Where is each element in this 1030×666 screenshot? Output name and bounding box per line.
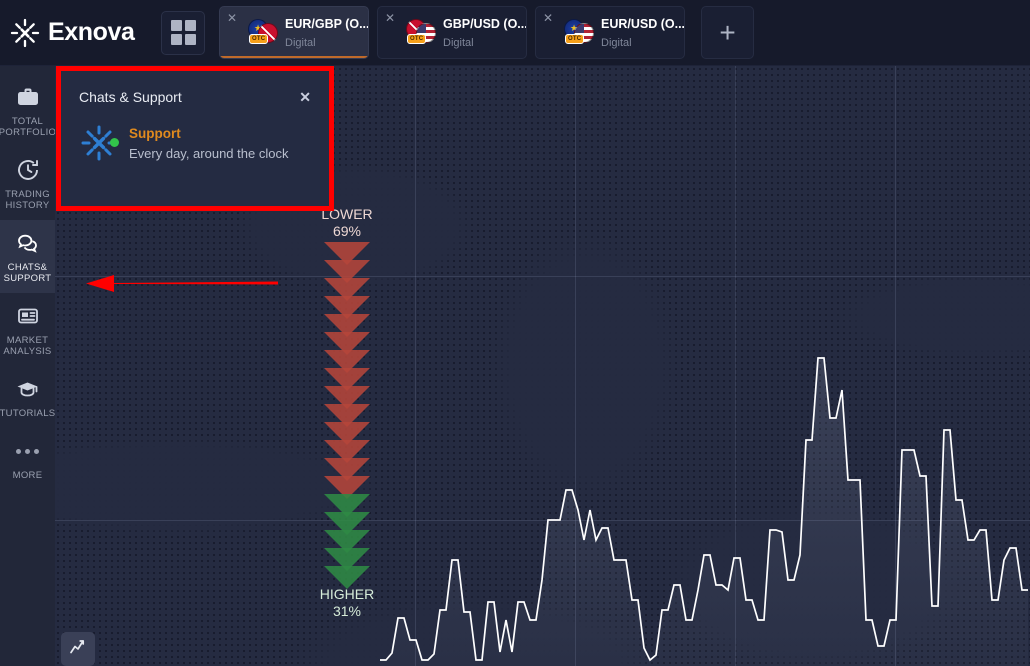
sidebar-item-more[interactable]: MORE (0, 428, 55, 490)
app-logo[interactable]: Exnova (0, 16, 155, 50)
tab-sublabel: Digital (285, 36, 316, 49)
briefcase-icon (15, 84, 41, 110)
news-icon (15, 303, 41, 329)
status-dot (110, 138, 119, 147)
exnova-trading-app: Exnova ✕ OTC EUR/GBP (O... Digital ✕ (0, 0, 1030, 666)
support-name: Support (129, 126, 181, 141)
annotation-arrow (80, 262, 280, 309)
otc-badge: OTC (565, 33, 585, 44)
asset-tab-eurgbp[interactable]: ✕ OTC EUR/GBP (O... Digital (219, 6, 369, 59)
sidebar-item-chats-support[interactable]: CHATS& SUPPORT (0, 220, 55, 293)
asset-tab-eurusd[interactable]: ✕ OTC EUR/USD (O... Digital (535, 6, 685, 59)
close-icon[interactable]: ✕ (543, 12, 553, 24)
gb-us-flag-pair-icon: OTC (406, 18, 436, 47)
grid-icon (170, 19, 182, 31)
tab-label: EUR/GBP (O... (285, 16, 369, 31)
sidebar-item-label: MORE (12, 470, 43, 481)
eu-gb-flag-pair-icon: OTC (248, 18, 278, 47)
close-icon[interactable]: ✕ (385, 12, 395, 24)
sentiment-lower-label: LOWER 69% (321, 206, 373, 239)
popup-title: Chats & Support (79, 89, 182, 105)
sidebar-item-label: CHATS& SUPPORT (3, 262, 52, 284)
tab-label: GBP/USD (O... (443, 16, 527, 31)
sidebar-item-label: TOTAL PORTFOLIO (0, 116, 57, 138)
graduation-cap-icon (15, 376, 41, 402)
left-sidebar: TOTAL PORTFOLIO TRADING HISTORY CHATS& S… (0, 66, 57, 666)
tab-label: EUR/USD (O... (601, 16, 685, 31)
sentiment-indicator: LOWER 69% HIGHER 31% (319, 206, 375, 620)
line-chart-icon (69, 637, 88, 661)
ellipsis-icon (15, 438, 41, 464)
sidebar-item-total-portfolio[interactable]: TOTAL PORTFOLIO (0, 74, 57, 147)
sidebar-item-label: MARKET ANALYSIS (3, 335, 52, 357)
close-icon[interactable]: ✕ (227, 12, 237, 24)
plus-icon: + (719, 16, 736, 48)
chats-support-popup[interactable]: Chats & Support ✕ Support Every day, aro… (61, 71, 329, 206)
asset-tab-gbpusd[interactable]: ✕ OTC GBP/USD (O... Digital (377, 6, 527, 59)
clock-icon (15, 157, 41, 183)
tab-sublabel: Digital (443, 36, 474, 49)
close-icon[interactable]: ✕ (299, 90, 311, 104)
otc-badge: OTC (249, 33, 269, 44)
chart-type-button[interactable] (61, 632, 95, 666)
tab-sublabel: Digital (601, 36, 632, 49)
sentiment-bars (319, 242, 375, 589)
sidebar-item-label: TUTORIALS (0, 408, 56, 419)
sentiment-lower-percent: 69% (332, 223, 362, 239)
add-tab-button[interactable]: + (701, 6, 754, 59)
sidebar-item-market-analysis[interactable]: MARKET ANALYSIS (0, 293, 55, 366)
grid-view-button[interactable] (161, 10, 205, 55)
top-bar: Exnova ✕ OTC EUR/GBP (O... Digital ✕ (0, 0, 1030, 66)
sidebar-item-trading-history[interactable]: TRADING HISTORY (0, 147, 55, 220)
support-status-text: Every day, around the clock (129, 146, 289, 161)
sentiment-higher-label: HIGHER 31% (319, 586, 375, 619)
sunburst-icon (8, 16, 42, 50)
otc-badge: OTC (407, 33, 427, 44)
sidebar-item-tutorials[interactable]: TUTORIALS (0, 366, 55, 428)
brand-name: Exnova (48, 18, 135, 46)
sentiment-higher-percent: 31% (332, 603, 362, 619)
sidebar-item-label: TRADING HISTORY (5, 189, 50, 211)
chat-bubbles-icon (15, 230, 41, 256)
support-list-item[interactable]: Support Every day, around the clock (61, 105, 329, 163)
eu-us-flag-pair-icon: OTC (564, 18, 594, 47)
asset-tabs: ✕ OTC EUR/GBP (O... Digital ✕ OTC GBP/US… (219, 6, 754, 59)
